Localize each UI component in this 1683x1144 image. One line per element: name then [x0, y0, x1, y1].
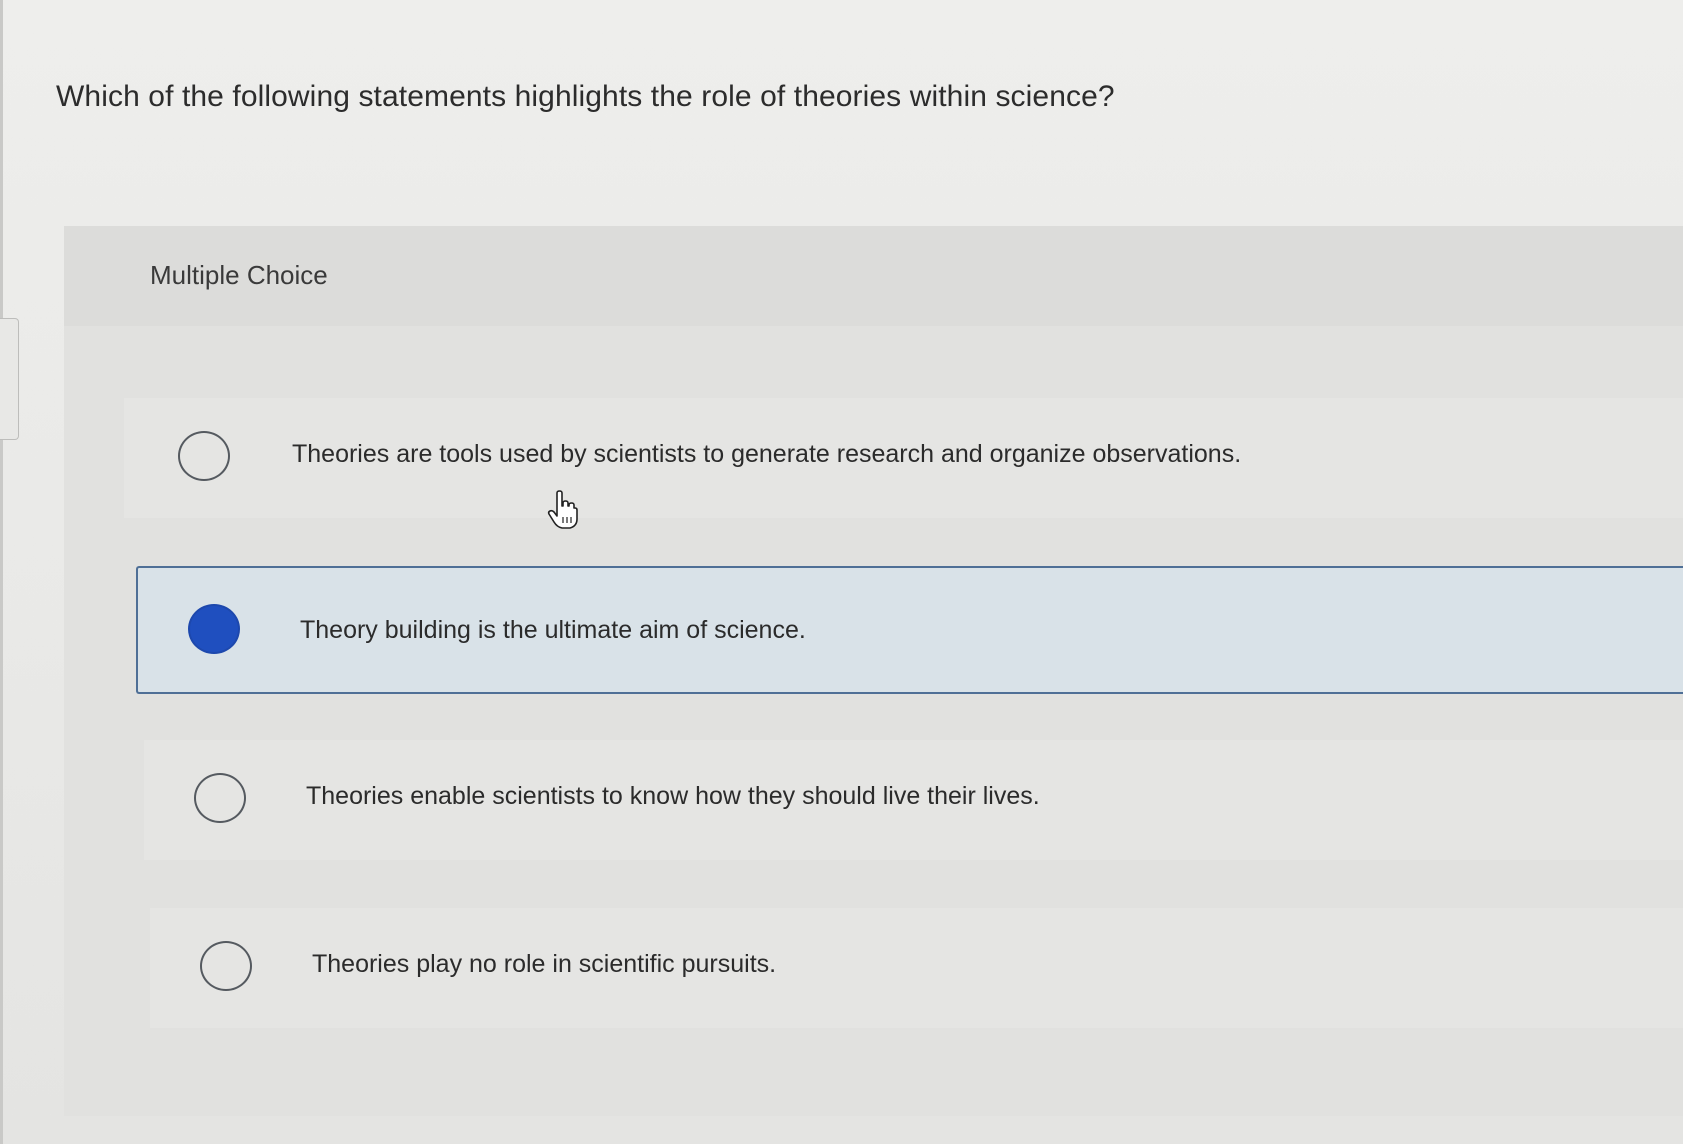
- question-text: Which of the following statements highli…: [56, 80, 1115, 113]
- side-panel-tab[interactable]: [0, 318, 19, 440]
- hand-pointer-icon: [547, 490, 578, 529]
- radio-button-selected[interactable]: [188, 604, 240, 654]
- question-type-label: Multiple Choice: [150, 260, 328, 290]
- panel-header: Multiple Choice: [64, 226, 1683, 326]
- answer-option-1[interactable]: Theories are tools used by scientists to…: [124, 398, 1683, 518]
- window-left-edge: [0, 0, 3, 1144]
- answer-option-label: Theory building is the ultimate aim of s…: [300, 616, 806, 644]
- answer-option-label: Theories enable scientists to know how t…: [306, 782, 1040, 810]
- radio-button-unselected[interactable]: [200, 941, 252, 991]
- radio-button-unselected[interactable]: [178, 431, 230, 481]
- answer-option-label: Theories play no role in scientific purs…: [312, 950, 777, 978]
- answer-option-3[interactable]: Theories enable scientists to know how t…: [144, 740, 1683, 860]
- answer-option-label: Theories are tools used by scientists to…: [292, 440, 1242, 468]
- radio-button-unselected[interactable]: [194, 773, 246, 823]
- answer-option-2[interactable]: Theory building is the ultimate aim of s…: [136, 566, 1683, 694]
- answer-option-4[interactable]: Theories play no role in scientific purs…: [150, 908, 1683, 1028]
